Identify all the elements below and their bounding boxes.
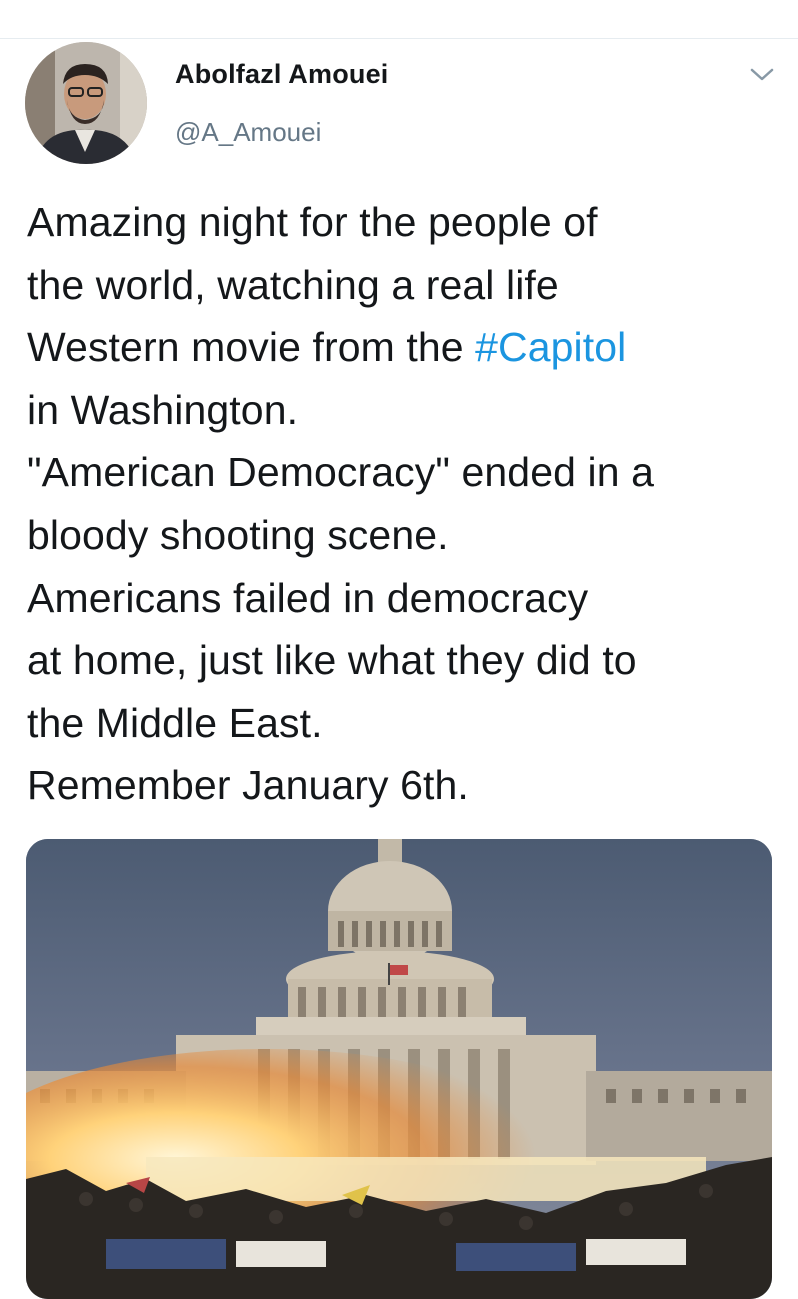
chevron-down-icon[interactable] [748, 62, 776, 86]
capitol-photo [26, 839, 772, 1299]
tweet-text: Amazing night for the people of the worl… [27, 191, 772, 817]
display-name[interactable]: Abolfazl Amouei [175, 59, 389, 90]
top-divider [0, 38, 798, 39]
hashtag-link[interactable]: #Capitol [475, 324, 626, 370]
tweet-text-part-2: in Washington. "American Democracy" ende… [27, 386, 654, 809]
tweet-media-photo[interactable] [26, 839, 772, 1299]
profile-photo [25, 42, 147, 164]
avatar[interactable] [25, 42, 147, 164]
user-handle[interactable]: @A_Amouei [175, 117, 321, 148]
